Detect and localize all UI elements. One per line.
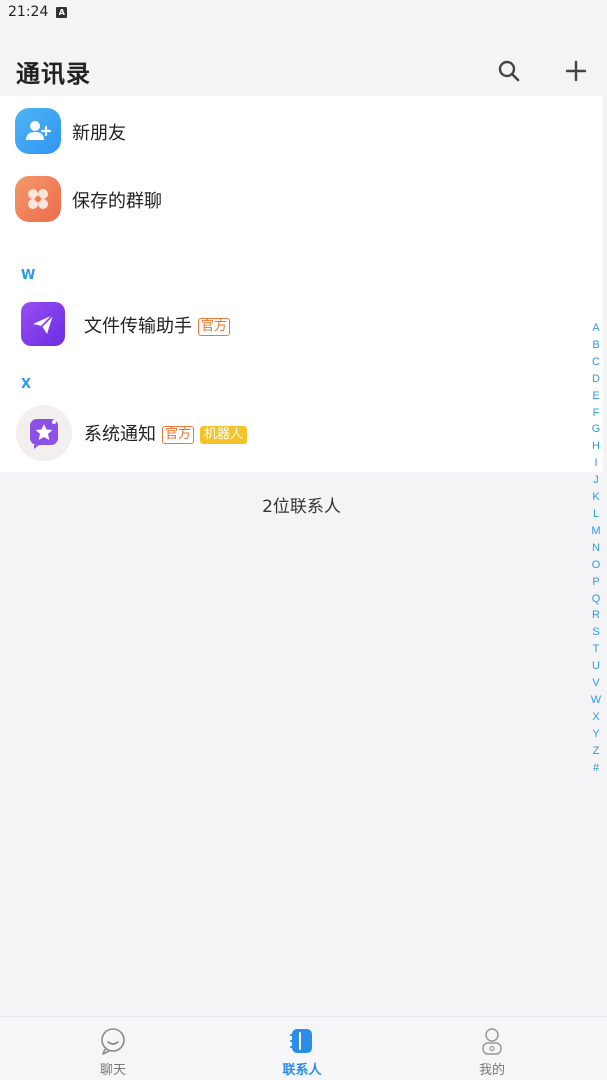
saved-groups-item[interactable]: 保存的群聊 [0,174,603,224]
app-header: 通讯录 [0,24,607,96]
alphabet-index[interactable]: A B C D E F G H I J K L M N O P Q R S T U V W X Y Z # [588,320,604,776]
index-letter[interactable]: D [592,371,600,388]
index-letter[interactable]: T [593,641,600,658]
search-icon [498,60,520,82]
index-letter[interactable]: M [591,523,600,540]
index-letter[interactable]: S [592,624,599,641]
index-letter[interactable]: # [593,760,599,777]
section-header-w: W [21,268,36,283]
add-button[interactable] [563,58,589,84]
index-letter[interactable]: N [592,540,600,557]
plus-icon [565,60,587,82]
chat-bubble-icon [101,1028,125,1055]
search-button[interactable] [496,58,522,84]
index-letter[interactable]: J [593,472,599,489]
index-letter[interactable]: X [592,709,599,726]
profile-icon [482,1028,502,1055]
index-letter[interactable]: P [592,574,599,591]
index-letter[interactable]: G [592,421,601,438]
tab-label: 我的 [478,1063,505,1078]
tab-profile[interactable]: 我的 [432,1017,552,1080]
new-friends-label: 新朋友 [72,123,126,144]
index-letter[interactable]: C [592,354,600,371]
official-tag: 官方 [198,318,231,336]
star-message-icon [16,405,72,461]
contact-item-file-transfer[interactable]: 文件传输助手 官方 [0,296,603,352]
group-chat-icon [15,176,61,222]
index-letter[interactable]: L [593,506,599,523]
section-header-x: X [21,377,32,392]
index-letter[interactable]: B [592,337,599,354]
tab-chat[interactable]: 聊天 [53,1017,173,1080]
contact-name: 文件传输助手 官方 [84,312,231,338]
index-letter[interactable]: V [592,675,599,692]
contact-name-text: 系统通知 [84,424,156,445]
bottom-tab-bar: 聊天 联系人 我的 [0,1016,607,1080]
contacts-list: 新朋友 保存的群聊 W 文件传输助手 官方 X 系统通知 官方 机器人 [0,96,603,472]
saved-groups-label: 保存的群聊 [72,191,162,212]
new-friends-item[interactable]: 新朋友 [0,106,603,156]
index-letter[interactable]: F [593,405,600,422]
add-friend-icon [15,108,61,154]
index-letter[interactable]: Y [592,726,599,743]
index-letter[interactable]: A [592,320,599,337]
index-letter[interactable]: Q [592,591,601,608]
contact-item-system-notice[interactable]: 系统通知 官方 机器人 [0,403,603,461]
contact-name: 系统通知 官方 机器人 [84,420,248,446]
tab-label: 联系人 [282,1063,322,1078]
index-letter[interactable]: W [591,692,601,709]
index-letter[interactable]: O [592,557,601,574]
contacts-book-icon [290,1029,312,1053]
index-letter[interactable]: H [592,438,600,455]
official-tag: 官方 [162,426,195,444]
paper-plane-icon [21,302,65,346]
tab-label: 聊天 [99,1063,126,1078]
index-letter[interactable]: Z [593,743,600,760]
contact-count: 2位联系人 [262,497,341,517]
index-letter[interactable]: K [592,489,599,506]
index-letter[interactable]: I [594,455,597,472]
index-letter[interactable]: R [592,607,600,624]
robot-tag: 机器人 [200,426,248,444]
contact-name-text: 文件传输助手 [84,316,192,337]
tab-contacts[interactable]: 联系人 [242,1017,362,1080]
status-bar: 21:24 A [0,0,607,24]
notification-icon: A [56,6,68,18]
status-time: 21:24 [8,4,49,20]
index-letter[interactable]: E [592,388,599,405]
page-title: 通讯录 [16,60,91,88]
index-letter[interactable]: U [592,658,600,675]
